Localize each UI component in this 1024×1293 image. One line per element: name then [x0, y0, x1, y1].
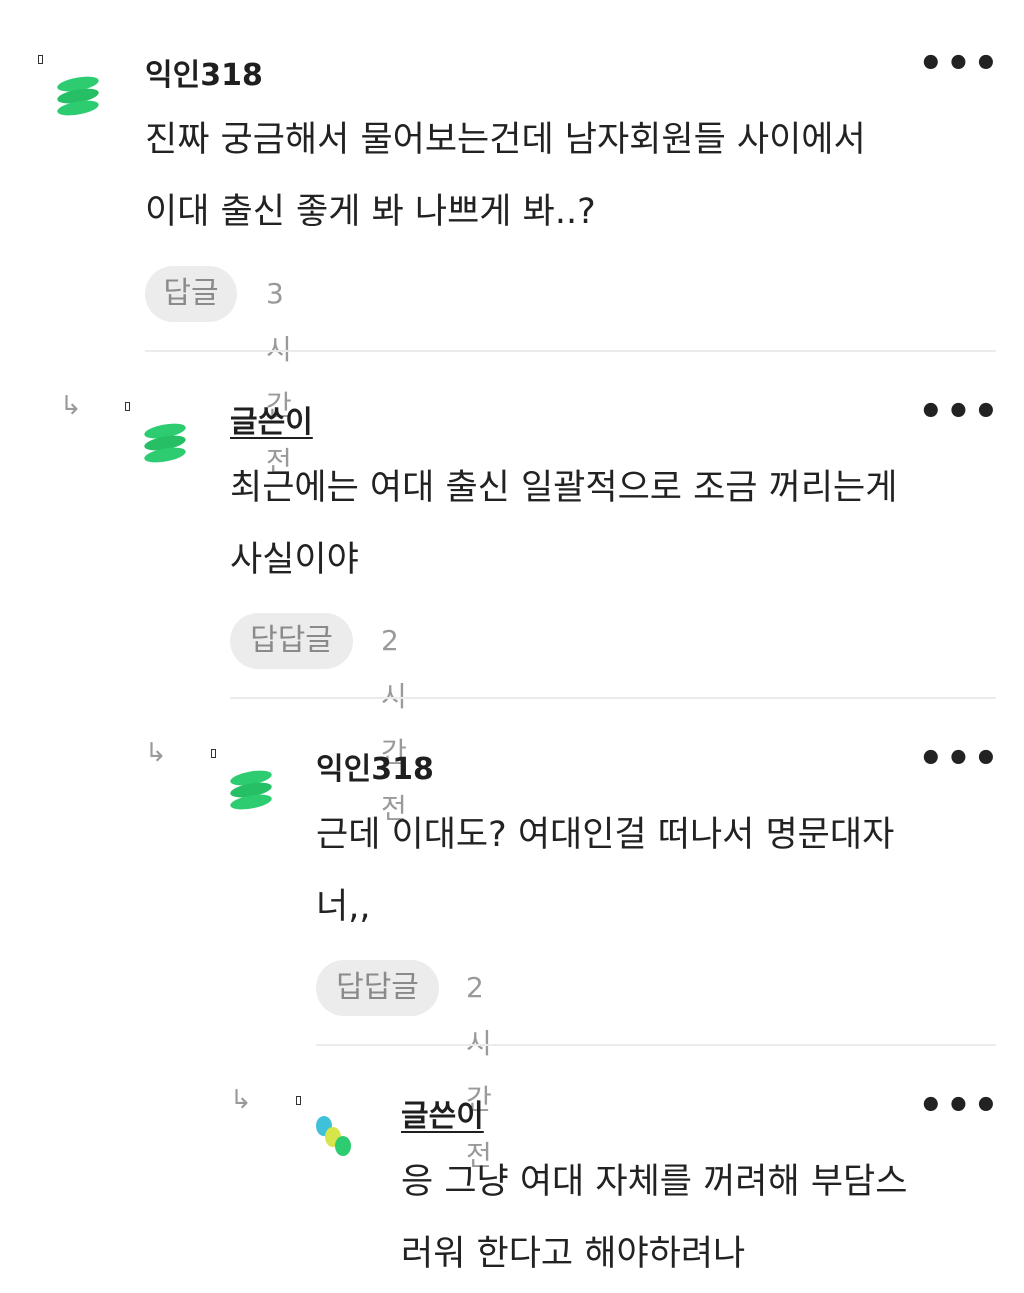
more-options-icon[interactable]: ••• — [918, 44, 1001, 84]
reply-button[interactable]: 답글 — [145, 266, 237, 322]
comment-text: 진짜 궁금해서 물어보는건데 남자회원들 사이에서 이대 출신 좋게 봐 나쁘게… — [145, 104, 985, 248]
author-name[interactable]: 글쓴이 — [230, 397, 313, 441]
comment-line: 이대 출신 좋게 봐 나쁘게 봐..? — [145, 192, 596, 232]
comment-text: 최근에는 여대 출신 일괄적으로 조금 꺼리는게 사실이야 — [230, 452, 990, 596]
stacked-green-avatar-icon — [230, 770, 272, 810]
small-box-icon — [125, 402, 130, 411]
comment-line: 근데 이대도? 여대인걸 떠나서 명문대자 — [316, 815, 895, 855]
divider — [230, 697, 996, 699]
small-box-icon — [211, 749, 216, 758]
reply-arrow-icon: ↳ — [145, 738, 167, 768]
divider — [316, 1044, 996, 1046]
author-name[interactable]: 익인318 — [316, 744, 434, 788]
comment-line: 최근에는 여대 출신 일괄적으로 조금 꺼리는게 — [230, 468, 898, 508]
comment-line: 응 그냥 여대 자체를 꺼려해 부담스 — [401, 1162, 908, 1202]
colorful-dots-avatar-icon — [316, 1116, 351, 1156]
stacked-green-avatar-icon — [144, 423, 186, 463]
comment-line: 진짜 궁금해서 물어보는건데 남자회원들 사이에서 — [145, 120, 866, 160]
author-name[interactable]: 글쓴이 — [401, 1091, 484, 1135]
more-options-icon[interactable]: ••• — [918, 739, 1001, 779]
more-options-icon[interactable]: ••• — [918, 392, 1001, 432]
reply-button[interactable]: 답답글 — [230, 613, 353, 669]
small-box-icon — [296, 1096, 301, 1105]
comment-line: 너,, — [316, 887, 371, 927]
comment-line: 사실이야 — [230, 540, 359, 580]
author-name[interactable]: 익인318 — [145, 50, 263, 94]
comment-line: 러워 한다고 해야하려나 — [401, 1234, 746, 1274]
reply-arrow-icon: ↳ — [60, 391, 82, 421]
reply-arrow-icon: ↳ — [230, 1085, 252, 1115]
small-box-icon — [38, 55, 43, 64]
more-options-icon[interactable]: ••• — [918, 1086, 1001, 1126]
reply-button[interactable]: 답답글 — [316, 960, 439, 1016]
comment-text: 응 그냥 여대 자체를 꺼려해 부담스 러워 한다고 해야하려나 — [401, 1146, 1001, 1290]
comment-text: 근데 이대도? 여대인걸 떠나서 명문대자 너,, — [316, 799, 996, 943]
stacked-green-avatar-icon — [57, 76, 99, 116]
divider — [145, 350, 996, 352]
